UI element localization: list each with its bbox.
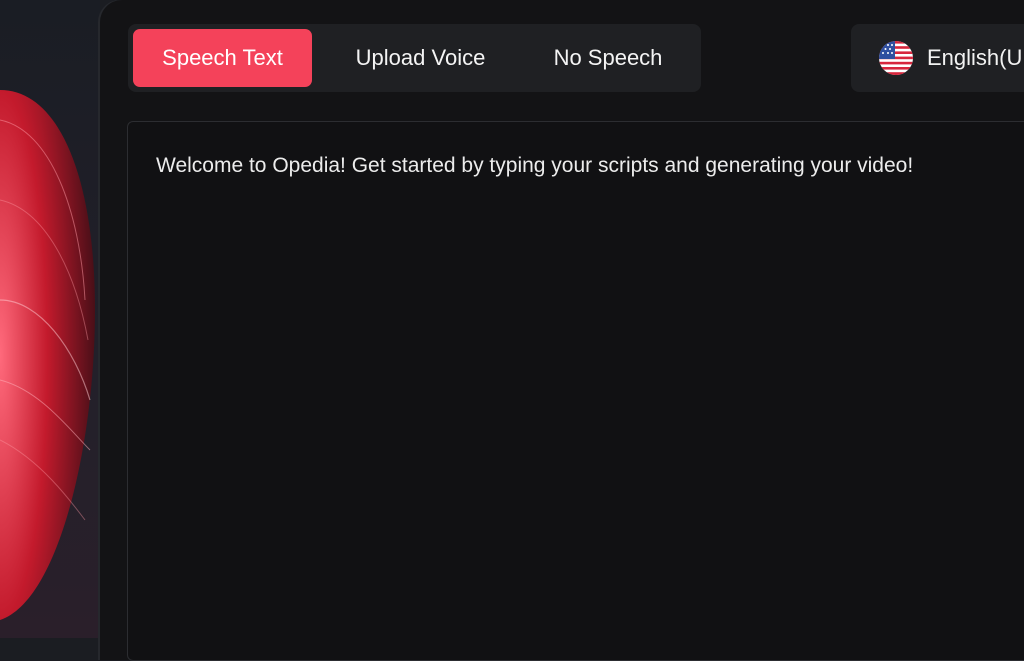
script-editor[interactable]: Welcome to Opedia! Get started by typing… [127, 121, 1024, 661]
language-label: English(U [927, 45, 1023, 70]
us-flag-icon [879, 41, 913, 75]
tab-speech-text[interactable]: Speech Text [133, 29, 312, 87]
tab-no-speech[interactable]: No Speech [523, 29, 693, 87]
language-selector[interactable]: English(U [851, 24, 1024, 92]
speech-mode-tabs: Speech Text Upload Voice No Speech [128, 24, 701, 92]
editor-text: Welcome to Opedia! Get started by typing… [156, 154, 914, 177]
tab-upload-voice[interactable]: Upload Voice [328, 29, 513, 87]
background-art [0, 0, 100, 638]
